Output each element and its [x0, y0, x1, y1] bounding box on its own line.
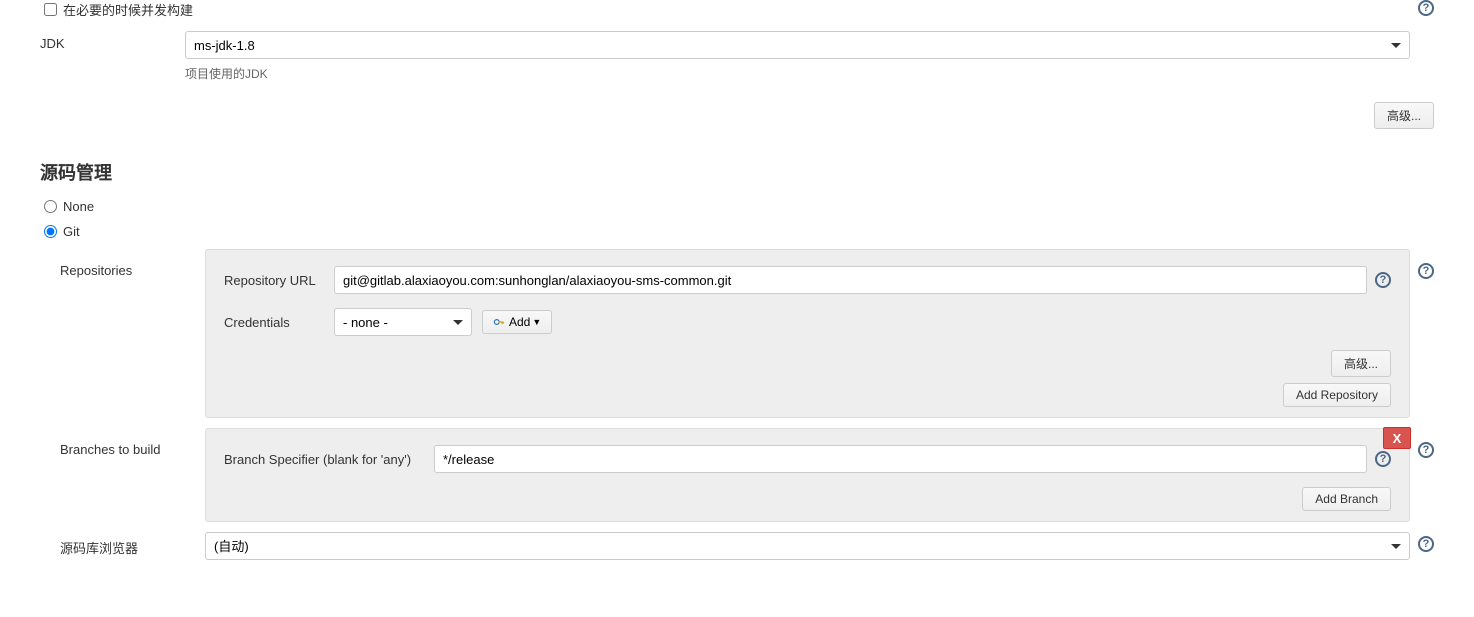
help-icon[interactable]: ?	[1418, 263, 1434, 279]
repositories-label: Repositories	[60, 249, 205, 278]
repo-browser-label: 源码库浏览器	[60, 532, 205, 557]
concurrent-build-row: 在必要的时候并发构建	[40, 0, 1410, 19]
key-icon	[493, 316, 505, 328]
scm-none-label: None	[63, 199, 94, 214]
add-credentials-button[interactable]: Add▼	[482, 310, 552, 334]
help-icon[interactable]: ?	[1375, 451, 1391, 467]
repo-browser-select[interactable]: (自动)	[205, 532, 1410, 560]
repo-advanced-button[interactable]: 高级...	[1331, 350, 1391, 377]
add-branch-button[interactable]: Add Branch	[1302, 487, 1391, 511]
credentials-select[interactable]: - none -	[334, 308, 472, 336]
delete-branch-button[interactable]: X	[1383, 427, 1411, 449]
scm-none-row: None	[40, 199, 1434, 214]
jdk-label: JDK	[40, 31, 185, 51]
scm-git-radio[interactable]	[44, 225, 57, 238]
repo-url-input[interactable]	[334, 266, 1367, 294]
help-icon[interactable]: ?	[1418, 536, 1434, 552]
add-repository-button[interactable]: Add Repository	[1283, 383, 1391, 407]
help-icon[interactable]: ?	[1418, 0, 1434, 16]
add-credentials-label: Add	[509, 315, 530, 329]
concurrent-build-label: 在必要的时候并发构建	[63, 0, 193, 19]
branches-panel: X Branch Specifier (blank for 'any') ? A…	[205, 428, 1410, 522]
jdk-help-text: 项目使用的JDK	[185, 65, 1410, 82]
scm-section-title: 源码管理	[40, 159, 1434, 185]
credentials-label: Credentials	[224, 315, 334, 330]
scm-none-radio[interactable]	[44, 200, 57, 213]
branches-label: Branches to build	[60, 428, 205, 457]
concurrent-build-checkbox[interactable]	[44, 3, 57, 16]
jdk-advanced-button[interactable]: 高级...	[1374, 102, 1434, 129]
repo-url-label: Repository URL	[224, 273, 334, 288]
repositories-panel: Repository URL ? Credentials - none -	[205, 249, 1410, 418]
help-icon[interactable]: ?	[1418, 442, 1434, 458]
jdk-select[interactable]: ms-jdk-1.8	[185, 31, 1410, 59]
help-icon[interactable]: ?	[1375, 272, 1391, 288]
scm-git-row: Git	[40, 224, 1434, 239]
scm-git-label: Git	[63, 224, 80, 239]
branch-specifier-label: Branch Specifier (blank for 'any')	[224, 452, 434, 467]
branch-specifier-input[interactable]	[434, 445, 1367, 473]
chevron-down-icon: ▼	[532, 317, 541, 327]
